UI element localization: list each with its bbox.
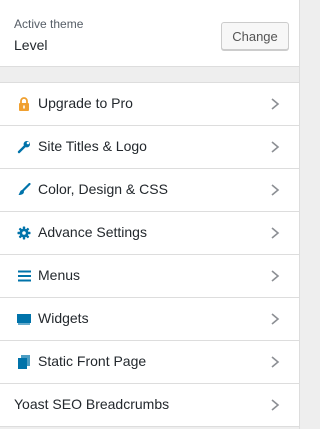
menu-item-label: Color, Design & CSS (38, 181, 168, 197)
menu-item-label: Upgrade to Pro (38, 95, 133, 111)
chevron-right-icon (271, 227, 280, 239)
menu-item-label: Yoast SEO Breadcrumbs (14, 396, 170, 412)
wrench-icon (16, 139, 32, 155)
chevron-right-icon (271, 356, 280, 368)
menu-item-menus[interactable]: Menus (0, 255, 299, 298)
active-theme-name: Level (14, 37, 48, 53)
menu-item-advance-settings[interactable]: Advance Settings (0, 212, 299, 255)
chevron-right-icon (271, 270, 280, 282)
chevron-right-icon (271, 98, 280, 110)
menu-item-label: Advance Settings (38, 224, 147, 240)
chevron-right-icon (271, 141, 280, 153)
chevron-right-icon (271, 313, 280, 325)
change-theme-button[interactable]: Change (221, 22, 289, 50)
customizer-menu: Upgrade to Pro Site Titles & Logo Color,… (0, 82, 299, 427)
menu-item-label: Widgets (38, 310, 89, 326)
gear-icon (16, 225, 32, 241)
chevron-right-icon (271, 184, 280, 196)
paintbrush-icon (16, 182, 32, 198)
menu-lines-icon (16, 268, 32, 284)
menu-item-widgets[interactable]: Widgets (0, 298, 299, 341)
menu-item-label: Site Titles & Logo (38, 138, 147, 154)
pages-icon (16, 354, 32, 370)
menu-item-yoast-seo-breadcrumbs[interactable]: Yoast SEO Breadcrumbs (0, 384, 299, 427)
widgets-icon (16, 311, 32, 327)
menu-item-label: Static Front Page (38, 353, 147, 369)
menu-item-upgrade-to-pro[interactable]: Upgrade to Pro (0, 83, 299, 126)
active-theme-section: Active theme Level Change (0, 0, 299, 67)
menu-item-label: Menus (38, 267, 81, 283)
chevron-right-icon (271, 399, 280, 411)
menu-item-static-front-page[interactable]: Static Front Page (0, 341, 299, 384)
menu-item-site-titles-logo[interactable]: Site Titles & Logo (0, 126, 299, 169)
lock-icon (16, 96, 32, 112)
menu-item-color-design-css[interactable]: Color, Design & CSS (0, 169, 299, 212)
customizer-panel: Active theme Level Change Upgrade to Pro (0, 0, 300, 429)
active-theme-caption: Active theme (14, 17, 84, 31)
